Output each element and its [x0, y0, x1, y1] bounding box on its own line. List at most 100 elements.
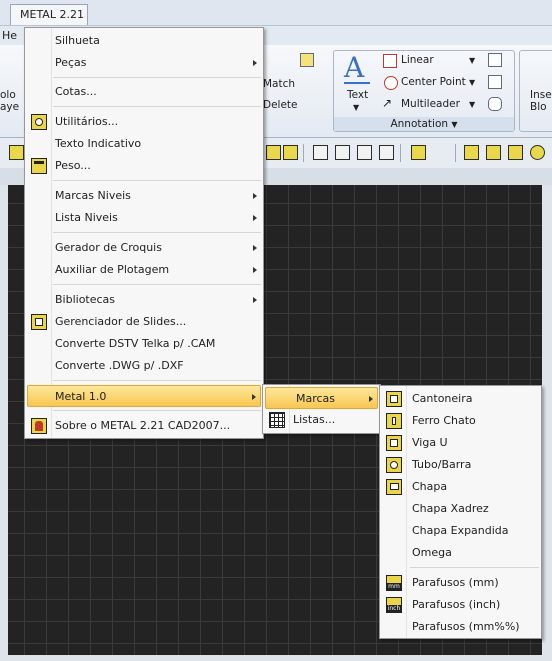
plate-icon: [386, 479, 402, 495]
menu-item-utilitarios[interactable]: Utilitários...: [27, 111, 261, 133]
angle-profile-icon: [386, 391, 402, 407]
menu-item-label: Parafusos (inch): [412, 598, 501, 611]
bolt-unit-label: inch: [387, 605, 401, 612]
toolbar-tool-icon-3[interactable]: [357, 145, 372, 160]
menu-separator: [53, 232, 261, 233]
toolbar-tool-icon-1[interactable]: [9, 145, 24, 160]
toolbar-profile-u-icon[interactable]: [508, 145, 523, 160]
menu-separator: [53, 77, 261, 78]
menu-separator: [410, 567, 539, 568]
menu-item-chapa-expandida[interactable]: Chapa Expandida: [382, 520, 539, 542]
menu-item-parafusos-mm-percent[interactable]: Parafusos (mm%%): [382, 616, 539, 638]
menu-item-omega[interactable]: Omega: [382, 542, 539, 564]
menu-item-label: Metal 1.0: [55, 390, 107, 403]
menu-item-label: Parafusos (mm%%): [412, 620, 520, 633]
toolbar-separator: [455, 144, 456, 162]
ribbon-fragment-1: olo: [0, 89, 16, 101]
app-title-tab[interactable]: METAL 2.21: [10, 4, 88, 25]
menu-item-label: Converte .DWG p/ .DXF: [55, 359, 184, 372]
menu-item-metal-1-0[interactable]: Metal 1.0: [27, 385, 261, 407]
chevron-right-icon: [253, 297, 257, 303]
menu-item-chapa[interactable]: Chapa: [382, 476, 539, 498]
menu-item-label: Cantoneira: [412, 392, 473, 405]
menu-item-viga-u[interactable]: Viga U: [382, 432, 539, 454]
menu-item-listas[interactable]: Listas...: [265, 409, 378, 431]
delete-button[interactable]: Delete: [263, 99, 298, 111]
slides-icon: [31, 314, 47, 330]
toolbar-profile-o-icon[interactable]: [530, 145, 545, 160]
toolbar-slides-icon[interactable]: [266, 145, 281, 160]
toolbar-grid-icon[interactable]: [335, 145, 350, 160]
menu-item-label: Utilitários...: [55, 115, 119, 128]
menu-item-silhueta[interactable]: Silhueta: [27, 30, 261, 52]
menu-item-sobre[interactable]: Sobre o METAL 2.21 CAD2007...: [27, 415, 261, 437]
menu-item-parafusos-mm[interactable]: mm Parafusos (mm): [382, 572, 539, 594]
menu-item-marcas-niveis[interactable]: Marcas Niveis: [27, 185, 261, 207]
menu-item-gerenciador-slides[interactable]: Gerenciador de Slides...: [27, 311, 261, 333]
menu-item-label: Converte DSTV Telka p/ .CAM: [55, 337, 216, 350]
menu-item-label: Marcas Niveis: [55, 189, 131, 202]
match-properties-icon[interactable]: [300, 53, 314, 67]
menu-item-texto-indicativo[interactable]: Texto Indicativo: [27, 133, 261, 155]
chevron-right-icon: [369, 396, 373, 402]
menu-item-auxiliar-plotagem[interactable]: Auxiliar de Plotagem: [27, 259, 261, 281]
menu-item-pecas[interactable]: Peças: [27, 52, 261, 74]
menu-item-label: Gerador de Croquis: [55, 241, 162, 254]
menu-item-lista-niveis[interactable]: Lista Niveis: [27, 207, 261, 229]
menu-help-fragment[interactable]: He: [2, 29, 17, 42]
chevron-right-icon: [252, 394, 256, 400]
menu-separator: [53, 410, 261, 411]
menu-item-converte-dstv[interactable]: Converte DSTV Telka p/ .CAM: [27, 333, 261, 355]
right-border: [542, 185, 552, 661]
flat-bar-icon: [386, 413, 402, 429]
chevron-down-icon: ▼: [451, 120, 458, 129]
toolbar-profile-i-icon[interactable]: [486, 145, 501, 160]
menu-item-cantoneira[interactable]: Cantoneira: [382, 388, 539, 410]
menu-item-marcas[interactable]: Marcas: [265, 387, 378, 409]
menu-item-label: Silhueta: [55, 34, 100, 47]
menu-item-label: Chapa Xadrez: [412, 502, 489, 515]
menu-separator: [53, 284, 261, 285]
match-button[interactable]: Match: [263, 78, 295, 90]
menu-item-label: Chapa: [412, 480, 448, 493]
toolbar-profile-l-icon[interactable]: [464, 145, 479, 160]
toolbar-tool-icon-4[interactable]: [379, 145, 394, 160]
menu-item-label: Marcas: [296, 392, 336, 405]
menu-item-label: Cotas...: [55, 85, 97, 98]
annotation-panel-title[interactable]: Annotation ▼: [334, 117, 514, 131]
list-icon: [269, 412, 285, 428]
menu-item-chapa-xadrez[interactable]: Chapa Xadrez: [382, 498, 539, 520]
menu-item-label: Bibliotecas: [55, 293, 116, 306]
left-border: [0, 185, 8, 661]
metal-1-0-submenu: Marcas Listas...: [262, 384, 381, 434]
marcas-submenu: Cantoneira Ferro Chato Viga U Tubo/Barra…: [379, 385, 542, 639]
menu-item-label: Sobre o METAL 2.21 CAD2007...: [55, 419, 231, 432]
toolbar-about-icon[interactable]: [411, 145, 426, 160]
menu-item-label: Texto Indicativo: [55, 137, 142, 150]
menu-item-label: Gerenciador de Slides...: [55, 315, 187, 328]
bolt-inch-icon: inch: [386, 597, 402, 613]
ribbon-fragment-2: aye: [0, 101, 20, 113]
menu-item-label: Lista Niveis: [55, 211, 118, 224]
chevron-right-icon: [253, 60, 257, 66]
toolbar-tool-icon-2[interactable]: [313, 145, 328, 160]
menu-item-peso[interactable]: Peso...: [27, 155, 261, 177]
toolbar-scale-icon[interactable]: [283, 145, 298, 160]
toolbar-separator: [303, 144, 304, 162]
menu-item-parafusos-inch[interactable]: inch Parafusos (inch): [382, 594, 539, 616]
menu-item-bibliotecas[interactable]: Bibliotecas: [27, 289, 261, 311]
bottom-border: [0, 655, 552, 661]
menu-item-tubo-barra[interactable]: Tubo/Barra: [382, 454, 539, 476]
menu-item-ferro-chato[interactable]: Ferro Chato: [382, 410, 539, 432]
text-large-icon[interactable]: A: [344, 53, 370, 84]
menu-separator: [53, 106, 261, 107]
menu-item-gerador-croquis[interactable]: Gerador de Croquis: [27, 237, 261, 259]
menu-separator: [53, 380, 261, 381]
menu-item-converte-dwg[interactable]: Converte .DWG p/ .DXF: [27, 355, 261, 377]
chevron-right-icon: [253, 267, 257, 273]
menu-item-label: Peso...: [55, 159, 91, 172]
menu-item-label: Ferro Chato: [412, 414, 476, 427]
lightbulb-icon: [31, 114, 47, 130]
menu-item-label: Viga U: [412, 436, 448, 449]
menu-item-cotas[interactable]: Cotas...: [27, 81, 261, 103]
